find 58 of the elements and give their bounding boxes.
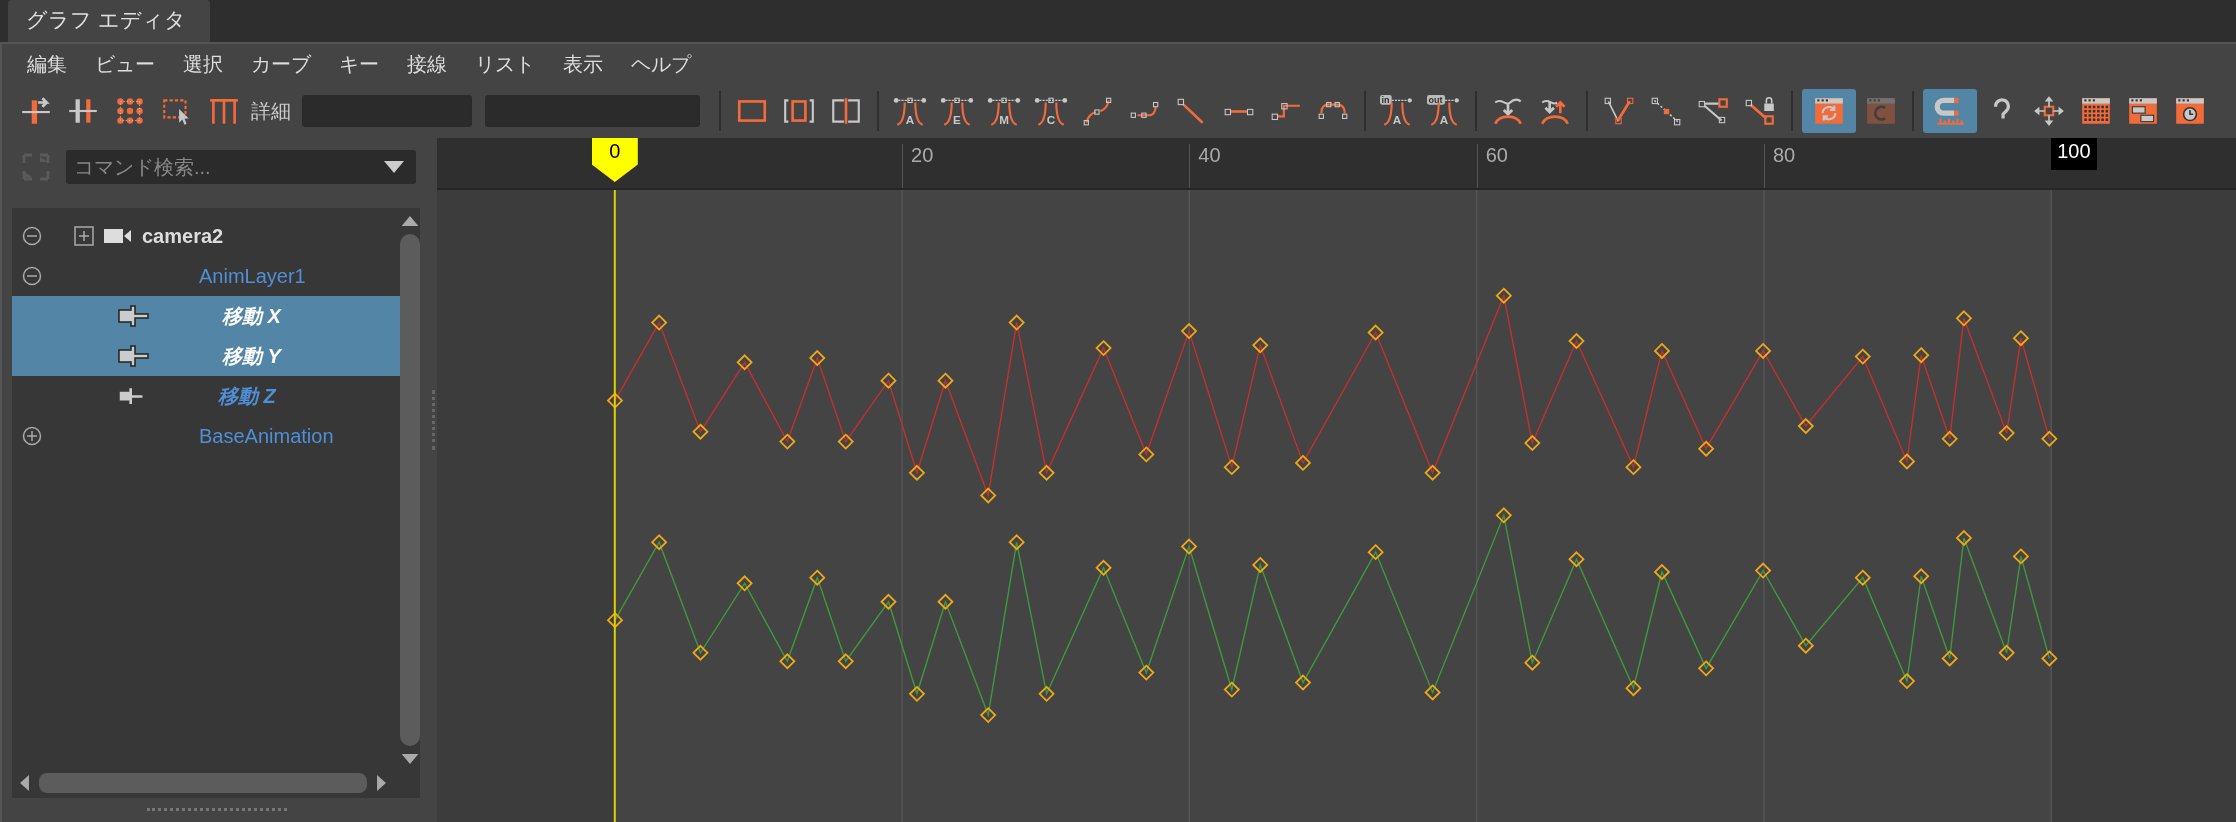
scroll-right-icon[interactable]	[377, 775, 386, 791]
dropdown-caret-icon[interactable]	[384, 161, 404, 173]
current-frame-marker[interactable]: 0	[591, 138, 638, 182]
frame-number: 60	[1476, 144, 1508, 188]
menu-item[interactable]: ヘルプ	[620, 50, 702, 78]
time-ruler[interactable]: 0 20 40 60 80 100	[437, 138, 2236, 190]
collapse-toggle-icon[interactable]	[22, 266, 42, 286]
scroll-up-icon[interactable]	[401, 216, 419, 226]
frame-number: 20	[902, 144, 934, 188]
value-field[interactable]	[485, 95, 700, 127]
tangent-button[interactable]: C	[1029, 89, 1073, 133]
outliner-row[interactable]: 移動 Y	[12, 336, 400, 376]
move-arrows-icon	[2032, 94, 2066, 128]
menu-item[interactable]: ビュー	[84, 50, 166, 78]
layer-name[interactable]: AnimLayer1	[199, 264, 306, 288]
menu-item[interactable]: 接線	[396, 50, 458, 78]
scrollbar-thumb[interactable]	[400, 234, 420, 746]
menu-item[interactable]: カーブ	[240, 50, 322, 78]
object-name[interactable]: camera2	[142, 224, 224, 248]
scrollbar-thumb[interactable]	[39, 773, 367, 793]
tangent-button[interactable]: in A	[1375, 89, 1419, 133]
outliner-row[interactable]: 移動 Z	[12, 376, 400, 416]
lock-handle-icon	[1743, 94, 1777, 128]
plug-icon	[118, 345, 150, 367]
menu-item[interactable]: 選択	[172, 50, 234, 78]
command-search-field[interactable]: コマンド検索...	[66, 150, 416, 184]
tangent-button[interactable]: out A	[1422, 89, 1466, 133]
frame-number: 40	[1189, 144, 1221, 188]
resize-grip[interactable]	[147, 808, 287, 814]
plus-box-icon[interactable]	[74, 226, 94, 246]
outliner-row[interactable]: AnimLayer1	[12, 256, 400, 296]
expand-toggle-icon[interactable]	[22, 426, 42, 446]
tangent-button[interactable]: M	[982, 89, 1026, 133]
scroll-down-icon[interactable]	[401, 754, 419, 764]
field-label: 詳細	[251, 98, 291, 124]
outliner-row[interactable]: BaseAnimation	[12, 416, 400, 456]
frame-number: 80	[1763, 144, 1796, 188]
attribute-name[interactable]: 移動 Y	[222, 342, 281, 370]
tangent-button[interactable]: A	[888, 89, 932, 133]
plug-icon	[118, 385, 146, 407]
outliner-row[interactable]: camera2	[12, 216, 400, 256]
attribute-name[interactable]: 移動 X	[222, 302, 281, 330]
layer-name[interactable]: BaseAnimation	[199, 424, 334, 448]
scroll-left-icon[interactable]	[20, 775, 29, 791]
menu-item[interactable]: 編集	[16, 50, 78, 78]
flat-line-icon	[1222, 106, 1256, 116]
outliner-row[interactable]: 移動 X	[12, 296, 400, 336]
collapse-toggle-icon[interactable]	[22, 226, 42, 246]
camera-icon	[104, 227, 132, 245]
menu-item[interactable]: 表示	[552, 50, 614, 78]
panel-tab[interactable]: グラフ エディタ	[8, 0, 210, 42]
attribute-name[interactable]: 移動 Z	[218, 382, 276, 410]
value-field[interactable]	[302, 95, 472, 127]
menu-item[interactable]: リスト	[464, 50, 546, 78]
menu-item[interactable]: キー	[328, 50, 390, 78]
tangent-button[interactable]: E	[935, 89, 979, 133]
plug-icon	[118, 305, 150, 327]
end-frame-marker: 100	[2051, 138, 2097, 170]
